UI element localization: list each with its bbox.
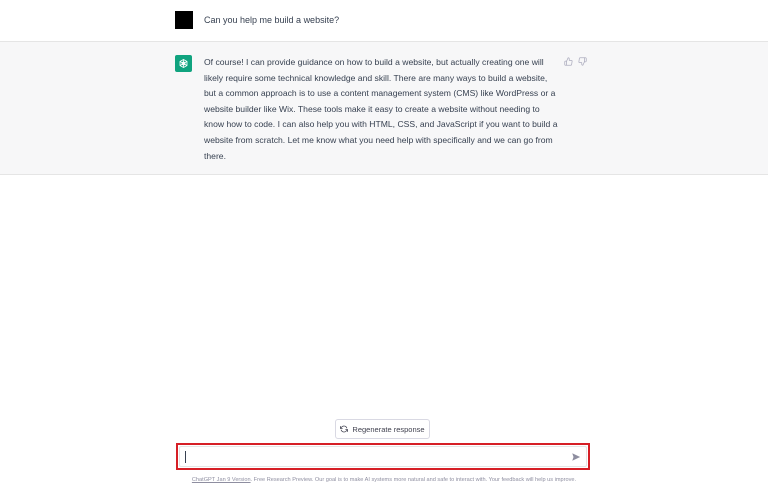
chat-page: Can you help me build a website? Of cour… [0,0,768,498]
user-avatar [175,11,193,29]
openai-logo-icon [175,55,192,72]
user-message-text: Can you help me build a website? [204,15,340,25]
regenerate-response-button[interactable]: Regenerate response [335,419,430,439]
regenerate-label: Regenerate response [352,424,425,434]
message-input[interactable] [184,449,554,465]
message-input-box [176,443,590,470]
footer-text: . Free Research Preview. Our goal is to … [250,477,577,483]
version-link[interactable]: ChatGPT Jan 9 Version [192,477,251,483]
send-icon [572,453,581,461]
refresh-icon [340,425,349,433]
text-caret [185,451,186,463]
assistant-message-row: Of course! I can provide guidance on how… [0,42,768,175]
footer-disclaimer: ChatGPT Jan 9 Version. Free Research Pre… [0,477,768,483]
send-button[interactable] [570,451,582,463]
user-message-row: Can you help me build a website? [0,0,768,42]
thumbs-up-icon[interactable] [563,56,573,66]
feedback-buttons [563,56,587,66]
thumbs-down-icon[interactable] [577,56,587,66]
assistant-message-text: Of course! I can provide guidance on how… [204,57,558,161]
